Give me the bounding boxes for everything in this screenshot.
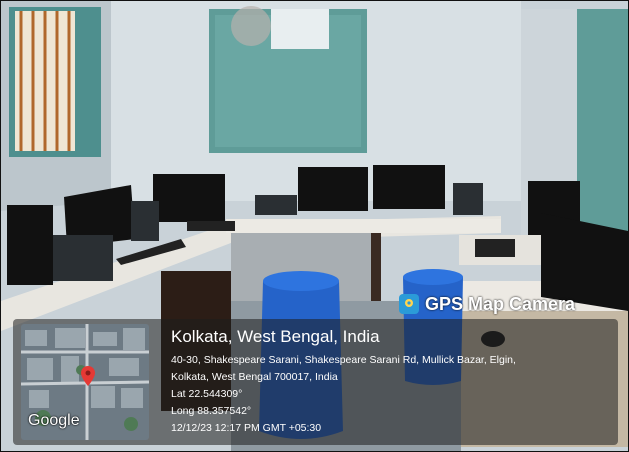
photo-frame: GPS Map Camera Google Kolkata, West Beng… xyxy=(0,0,629,452)
gps-map-camera-label: GPS Map Camera xyxy=(425,293,576,314)
map-pin-icon xyxy=(81,366,95,386)
timestamp: 12/12/23 12:17 PM GMT +05:30 xyxy=(171,422,322,434)
address-line-1: 40-30, Shakespeare Sarani, Shakespeare S… xyxy=(171,354,516,366)
location-title: Kolkata, West Bengal, India xyxy=(171,327,380,346)
google-watermark: Google xyxy=(28,412,80,429)
longitude: Long 88.357542° xyxy=(171,405,252,417)
gps-map-camera-badge: GPS Map Camera xyxy=(399,293,575,315)
camera-map-pin-icon xyxy=(399,294,419,314)
location-details: Kolkata, West Bengal, India 40-30, Shake… xyxy=(171,327,611,437)
latitude: Lat 22.544309° xyxy=(171,388,243,400)
address-line-2: Kolkata, West Bengal 700017, India xyxy=(171,371,338,383)
